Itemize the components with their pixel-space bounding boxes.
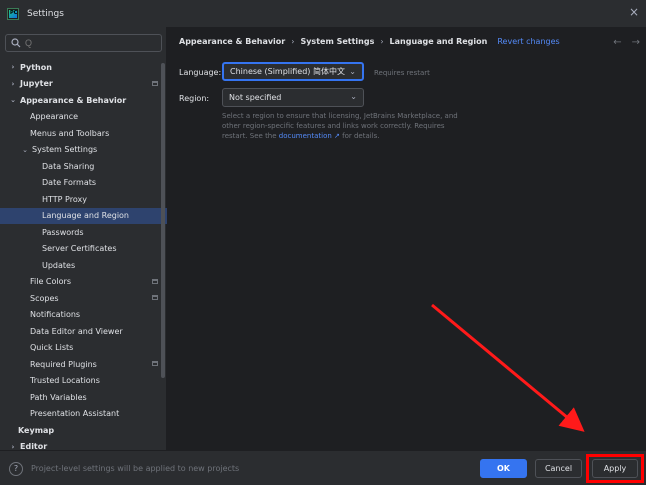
- search-box[interactable]: [5, 34, 162, 52]
- sidebar-item-label: Notifications: [30, 310, 81, 320]
- help-text: Select a region to ensure that licensing…: [222, 112, 458, 140]
- apply-highlight-box: [586, 454, 644, 483]
- sidebar-item-label: Scopes: [30, 293, 59, 303]
- cancel-button[interactable]: Cancel: [535, 459, 582, 478]
- sidebar-item-python[interactable]: › Python: [0, 59, 167, 76]
- requires-restart-hint: Requires restart: [374, 69, 430, 77]
- sidebar-item-label: Server Certificates: [42, 244, 117, 254]
- app-icon-text: PC: [10, 9, 18, 16]
- help-icon[interactable]: ?: [9, 462, 23, 476]
- region-label: Region:: [179, 94, 210, 103]
- chevron-down-icon[interactable]: ⌄: [8, 96, 18, 104]
- sidebar-item-label: Passwords: [42, 227, 84, 237]
- sidebar-item-keymap[interactable]: Keymap: [0, 422, 167, 439]
- sidebar-item-label: File Colors: [30, 277, 71, 287]
- sidebar-item-label: Data Sharing: [42, 161, 95, 171]
- sidebar-item-label: Jupyter: [20, 79, 53, 89]
- sidebar-item-label: Keymap: [18, 425, 55, 435]
- help-tail: for details.: [342, 132, 380, 140]
- title-bar: PC Settings ×: [0, 0, 646, 27]
- breadcrumb-separator: ›: [380, 37, 384, 46]
- window-title: Settings: [27, 8, 64, 19]
- sidebar-item-file-colors[interactable]: File Colors: [0, 274, 167, 291]
- sidebar-item-label: Language and Region: [42, 211, 130, 221]
- project-level-icon: [152, 361, 158, 366]
- search-input[interactable]: [25, 38, 155, 48]
- sidebar-item-passwords[interactable]: Passwords: [0, 224, 167, 241]
- sidebar-item-system-settings[interactable]: ⌄ System Settings: [0, 142, 167, 159]
- chevron-right-icon[interactable]: ›: [8, 63, 18, 71]
- sidebar-item-presentation-assistant[interactable]: Presentation Assistant: [0, 406, 167, 423]
- sidebar-item-language-and-region[interactable]: Language and Region: [0, 207, 167, 224]
- sidebar-item-label: Appearance & Behavior: [20, 95, 127, 105]
- close-icon[interactable]: ×: [628, 6, 640, 18]
- language-select[interactable]: Chinese (Simplified) 简体中文 ⌄: [222, 62, 364, 81]
- sidebar-item-label: Date Formats: [42, 178, 97, 188]
- sidebar-item-label: Updates: [42, 260, 76, 270]
- footer-note: Project-level settings will be applied t…: [31, 464, 240, 473]
- sidebar-item-label: Required Plugins: [30, 359, 97, 369]
- sidebar-item-jupyter[interactable]: › Jupyter: [0, 76, 167, 93]
- documentation-link[interactable]: documentation ↗: [279, 132, 340, 140]
- breadcrumb: Appearance & Behavior › System Settings …: [179, 37, 560, 46]
- back-arrow-icon[interactable]: ←: [613, 37, 621, 48]
- region-help-text: Select a region to ensure that licensing…: [222, 111, 462, 141]
- breadcrumb-system-settings[interactable]: System Settings: [300, 37, 374, 46]
- revert-changes-link[interactable]: Revert changes: [497, 37, 559, 46]
- dialog-footer: ? Project-level settings will be applied…: [0, 450, 646, 485]
- settings-sidebar: ›Python›Jupyter⌄Appearance & BehaviorApp…: [0, 27, 167, 451]
- chevron-down-icon: ⌄: [349, 67, 356, 76]
- search-icon: [11, 38, 21, 48]
- settings-content: Appearance & Behavior › System Settings …: [168, 27, 646, 450]
- language-label: Language:: [179, 68, 222, 77]
- sidebar-scrollbar[interactable]: [161, 63, 165, 378]
- sidebar-item-label: Menus and Toolbars: [30, 128, 110, 138]
- sidebar-item-label: Path Variables: [30, 392, 87, 402]
- sidebar-item-data-editor-and-viewer[interactable]: Data Editor and Viewer: [0, 323, 167, 340]
- sidebar-item-label: Appearance: [30, 112, 79, 122]
- sidebar-item-label: Trusted Locations: [30, 376, 100, 386]
- region-value: Not specified: [229, 93, 282, 102]
- sidebar-item-http-proxy[interactable]: HTTP Proxy: [0, 191, 167, 208]
- breadcrumb-separator: ›: [291, 37, 295, 46]
- chevron-right-icon[interactable]: ›: [8, 80, 18, 88]
- forward-arrow-icon[interactable]: →: [632, 37, 640, 48]
- settings-tree: › Python › Jupyter ⌄ Appearance & Behavior App…: [0, 59, 167, 455]
- pycharm-logo-icon: PC: [7, 7, 19, 20]
- ok-button[interactable]: OK: [480, 459, 527, 478]
- project-level-icon: [152, 278, 158, 284]
- sidebar-item-trusted-locations[interactable]: Trusted Locations: [0, 373, 167, 390]
- sidebar-item-label: System Settings: [32, 145, 98, 155]
- sidebar-item-data-sharing[interactable]: Data Sharing: [0, 158, 167, 175]
- sidebar-item-label: HTTP Proxy: [42, 194, 87, 204]
- sidebar-item-label: Quick Lists: [30, 343, 74, 353]
- sidebar-item-path-variables[interactable]: Path Variables: [0, 389, 167, 406]
- sidebar-item-required-plugins[interactable]: Required Plugins: [0, 356, 167, 373]
- project-level-icon: [152, 80, 158, 86]
- chevron-down-icon: ⌄: [350, 92, 357, 101]
- sidebar-item-appearance[interactable]: Appearance: [0, 109, 167, 126]
- project-level-icon: [152, 295, 158, 300]
- sidebar-item-menus-and-toolbars[interactable]: Menus and Toolbars: [0, 125, 167, 142]
- sidebar-item-server-certificates[interactable]: Server Certificates: [0, 241, 167, 258]
- history-nav: ← →: [613, 37, 640, 48]
- chevron-down-icon[interactable]: ⌄: [20, 146, 30, 154]
- breadcrumb-language-region: Language and Region: [389, 37, 488, 46]
- sidebar-item-appearance-behavior[interactable]: ⌄ Appearance & Behavior: [0, 92, 167, 109]
- sidebar-item-label: Python: [20, 62, 52, 72]
- sidebar-item-notifications[interactable]: Notifications: [0, 307, 167, 324]
- sidebar-item-scopes[interactable]: Scopes: [0, 290, 167, 307]
- sidebar-item-date-formats[interactable]: Date Formats: [0, 175, 167, 192]
- sidebar-item-quick-lists[interactable]: Quick Lists: [0, 340, 167, 357]
- sidebar-item-updates[interactable]: Updates: [0, 257, 167, 274]
- region-select[interactable]: Not specified ⌄: [222, 88, 364, 107]
- breadcrumb-appearance[interactable]: Appearance & Behavior: [179, 37, 285, 46]
- sidebar-item-label: Presentation Assistant: [30, 409, 120, 419]
- sidebar-item-label: Data Editor and Viewer: [30, 326, 123, 336]
- language-value: Chinese (Simplified) 简体中文: [230, 67, 345, 76]
